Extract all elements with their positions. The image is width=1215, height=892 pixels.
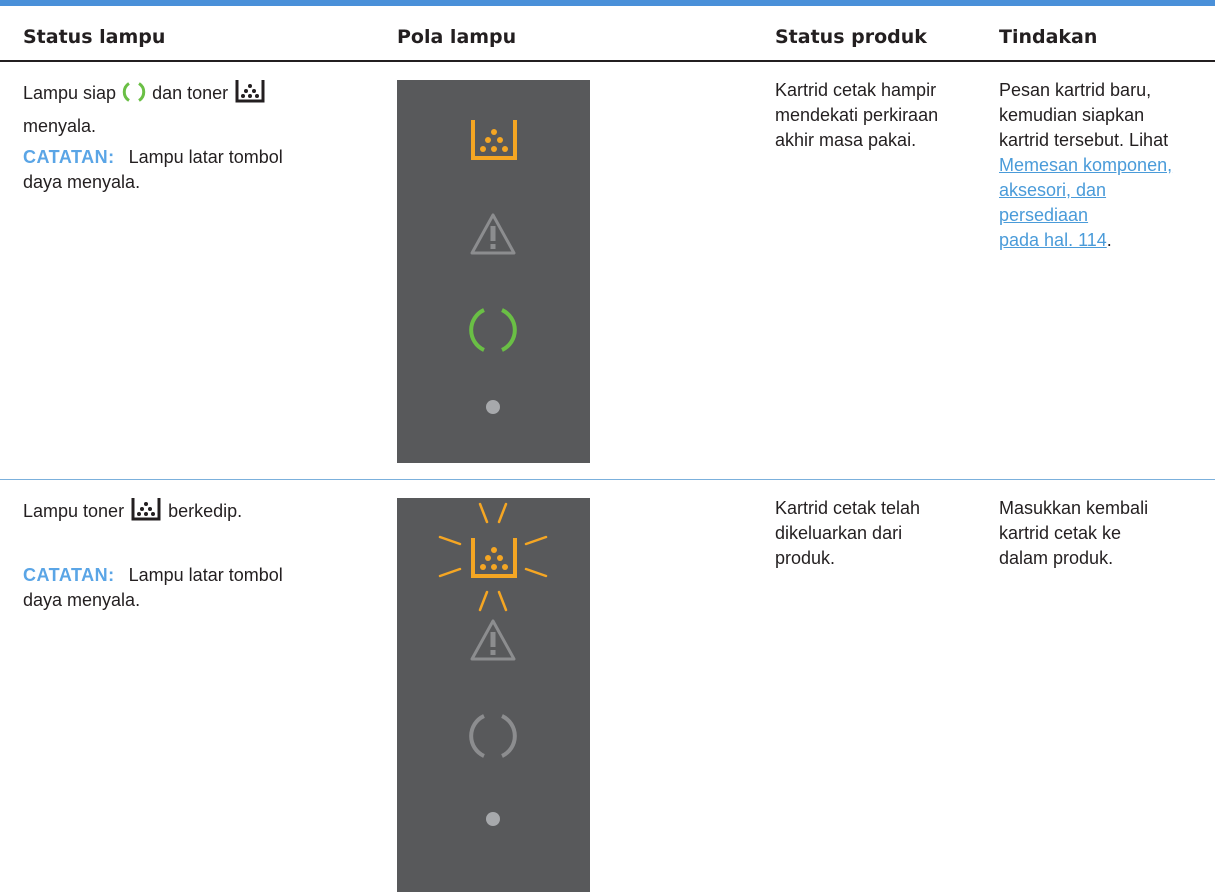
reference-link[interactable]: persediaan	[999, 205, 1088, 225]
product-line: mendekati perkiraan	[775, 105, 939, 125]
action-line: dalam produk.	[999, 548, 1114, 568]
note-text: Lampu latar tombol	[128, 147, 283, 167]
reference-link[interactable]: Memesan komponen,	[999, 155, 1172, 175]
product-line: akhir masa pakai.	[775, 130, 917, 150]
tindakan-text: Pesan kartrid baru, kemudian siapkan kar…	[999, 78, 1211, 253]
status-produk-text: Kartrid cetak hampir mendekati perkiraan…	[775, 78, 975, 153]
note: CATATAN: Lampu latar tombol daya menyala.	[23, 145, 363, 195]
note: CATATAN: Lampu latar tombol daya menyala.	[23, 563, 363, 613]
note-text: Lampu latar tombol	[128, 565, 283, 585]
table-header: Status lampu Pola lampu Status produk Ti…	[0, 6, 1215, 62]
header-status-produk: Status produk	[775, 26, 927, 48]
ready-icon	[121, 80, 147, 112]
status-text: dan toner	[152, 83, 229, 103]
status-lampu-text: Lampu toner berkedip.	[23, 496, 363, 530]
toner-icon	[471, 538, 517, 578]
tindakan-text: Masukkan kembali kartrid cetak ke dalam …	[999, 496, 1211, 571]
power-dot-icon	[486, 812, 500, 826]
attention-icon	[470, 213, 516, 255]
note-label: CATATAN:	[23, 147, 115, 167]
product-line: Kartrid cetak telah	[775, 498, 921, 518]
reference-link[interactable]: pada hal. 114	[999, 230, 1107, 250]
action-line: kartrid cetak ke	[999, 523, 1122, 543]
action-line: Masukkan kembali	[999, 498, 1149, 518]
power-dot-icon	[486, 400, 500, 414]
reference-link[interactable]: aksesori, dan	[999, 180, 1106, 200]
toner-icon	[129, 496, 163, 530]
light-pattern-panel	[397, 80, 590, 463]
note-text: daya menyala.	[23, 590, 141, 610]
ready-icon	[469, 308, 517, 352]
status-text: menyala.	[23, 116, 97, 136]
row-divider	[0, 479, 1215, 480]
product-line: Kartrid cetak hampir	[775, 80, 937, 100]
status-text: berkedip.	[168, 501, 243, 521]
header-pola-lampu: Pola lampu	[397, 26, 517, 48]
note-label: CATATAN:	[23, 565, 115, 585]
status-text: Lampu toner	[23, 501, 125, 521]
status-text: Lampu siap	[23, 83, 117, 103]
header-status-lampu: Status lampu	[23, 26, 166, 48]
product-line: dikeluarkan dari	[775, 523, 903, 543]
note-text: daya menyala.	[23, 172, 141, 192]
ready-icon	[469, 714, 517, 758]
action-line: kartrid tersebut. Lihat	[999, 130, 1169, 150]
light-pattern-panel	[397, 498, 590, 892]
status-lampu-text: Lampu siap dan toner menyala.	[23, 78, 363, 140]
toner-icon	[233, 78, 267, 112]
product-line: produk.	[775, 548, 836, 568]
header-tindakan: Tindakan	[999, 26, 1098, 48]
toner-icon	[471, 120, 517, 160]
action-end: .	[1106, 230, 1112, 250]
action-line: Pesan kartrid baru,	[999, 80, 1152, 100]
attention-icon	[470, 619, 516, 661]
status-produk-text: Kartrid cetak telah dikeluarkan dari pro…	[775, 496, 975, 571]
action-line: kemudian siapkan	[999, 105, 1145, 125]
